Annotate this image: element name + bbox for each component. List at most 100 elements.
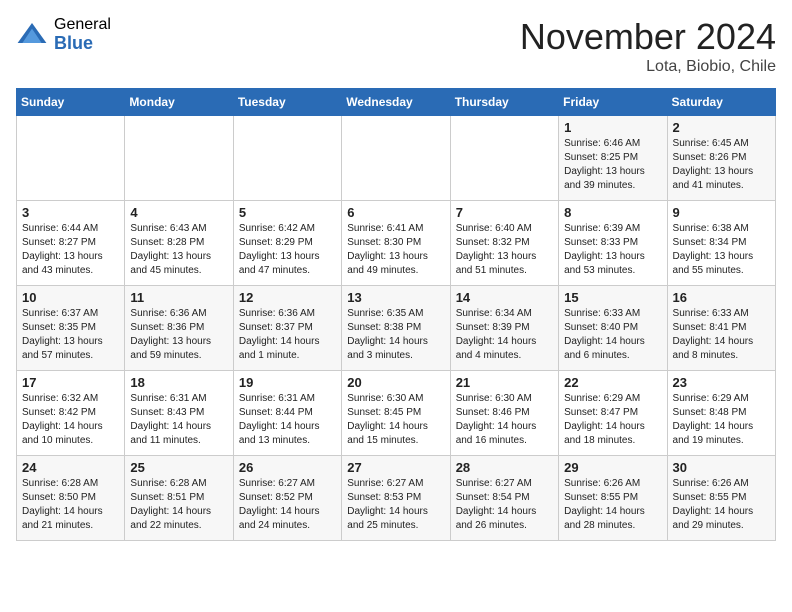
cell-info: Sunrise: 6:27 AM Sunset: 8:52 PM Dayligh… (239, 477, 336, 533)
cell-info: Sunrise: 6:36 AM Sunset: 8:37 PM Dayligh… (239, 307, 336, 363)
logo-general: General (54, 16, 111, 34)
calendar-body: 1 Sunrise: 6:46 AM Sunset: 8:25 PM Daylig… (17, 116, 776, 541)
day-number: 30 (673, 460, 770, 475)
cell-info: Sunrise: 6:46 AM Sunset: 8:25 PM Dayligh… (564, 137, 661, 193)
cell-info: Sunrise: 6:39 AM Sunset: 8:33 PM Dayligh… (564, 222, 661, 278)
month-title: November 2024 (520, 16, 776, 58)
day-number: 9 (673, 205, 770, 220)
cell-info: Sunrise: 6:42 AM Sunset: 8:29 PM Dayligh… (239, 222, 336, 278)
calendar-table: Sunday Monday Tuesday Wednesday Thursday… (16, 88, 776, 541)
header-monday: Monday (125, 89, 233, 116)
cell-info: Sunrise: 6:34 AM Sunset: 8:39 PM Dayligh… (456, 307, 553, 363)
day-number: 27 (347, 460, 444, 475)
cell-info: Sunrise: 6:26 AM Sunset: 8:55 PM Dayligh… (673, 477, 770, 533)
weekday-row: Sunday Monday Tuesday Wednesday Thursday… (17, 89, 776, 116)
calendar-week-5: 24 Sunrise: 6:28 AM Sunset: 8:50 PM Dayli… (17, 456, 776, 541)
calendar-cell: 20 Sunrise: 6:30 AM Sunset: 8:45 PM Dayli… (342, 371, 450, 456)
calendar-cell: 28Sunrise: 6:27 AM Sunset: 8:54 PM Dayli… (450, 456, 558, 541)
title-block: November 2024 Lota, Biobio, Chile (520, 16, 776, 76)
day-number: 10 (22, 290, 119, 305)
calendar-cell: 27 Sunrise: 6:27 AM Sunset: 8:53 PM Dayli… (342, 456, 450, 541)
cell-info: Sunrise: 6:33 AM Sunset: 8:41 PM Dayligh… (673, 307, 770, 363)
calendar-cell: 8 Sunrise: 6:39 AM Sunset: 8:33 PM Daylig… (559, 201, 667, 286)
header-friday: Friday (559, 89, 667, 116)
calendar-cell: 21 Sunrise: 6:30 AM Sunset: 8:46 PM Dayli… (450, 371, 558, 456)
calendar-cell: 19 Sunrise: 6:31 AM Sunset: 8:44 PM Dayli… (233, 371, 341, 456)
cell-info: Sunrise: 6:36 AM Sunset: 8:36 PM Dayligh… (130, 307, 227, 363)
calendar-cell: 24 Sunrise: 6:28 AM Sunset: 8:50 PM Dayli… (17, 456, 125, 541)
calendar-cell: 10 Sunrise: 6:37 AM Sunset: 8:35 PM Dayli… (17, 286, 125, 371)
calendar-cell: 9 Sunrise: 6:38 AM Sunset: 8:34 PM Daylig… (667, 201, 775, 286)
day-number: 29 (564, 460, 661, 475)
calendar-cell: 12 Sunrise: 6:36 AM Sunset: 8:37 PM Dayli… (233, 286, 341, 371)
cell-info: Sunrise: 6:38 AM Sunset: 8:34 PM Dayligh… (673, 222, 770, 278)
calendar-cell (450, 116, 558, 201)
calendar-cell: 29 Sunrise: 6:26 AM Sunset: 8:55 PM Dayli… (559, 456, 667, 541)
calendar-cell: 4 Sunrise: 6:43 AM Sunset: 8:28 PM Daylig… (125, 201, 233, 286)
calendar-cell (17, 116, 125, 201)
day-number: 15 (564, 290, 661, 305)
calendar-cell (233, 116, 341, 201)
cell-info: Sunrise: 6:28 AM Sunset: 8:50 PM Dayligh… (22, 477, 119, 533)
calendar-cell: 3 Sunrise: 6:44 AM Sunset: 8:27 PM Daylig… (17, 201, 125, 286)
calendar-header: Sunday Monday Tuesday Wednesday Thursday… (17, 89, 776, 116)
day-number: 5 (239, 205, 336, 220)
day-number: 8 (564, 205, 661, 220)
calendar-cell: 23Sunrise: 6:29 AM Sunset: 8:48 PM Dayli… (667, 371, 775, 456)
day-number: 19 (239, 375, 336, 390)
day-number: 17 (22, 375, 119, 390)
cell-info: Sunrise: 6:31 AM Sunset: 8:43 PM Dayligh… (130, 392, 227, 448)
day-number: 6 (347, 205, 444, 220)
calendar-cell: 13 Sunrise: 6:35 AM Sunset: 8:38 PM Dayli… (342, 286, 450, 371)
calendar-cell: 16 Sunrise: 6:33 AM Sunset: 8:41 PM Dayli… (667, 286, 775, 371)
day-number: 24 (22, 460, 119, 475)
day-number: 20 (347, 375, 444, 390)
cell-info: Sunrise: 6:43 AM Sunset: 8:28 PM Dayligh… (130, 222, 227, 278)
cell-info: Sunrise: 6:27 AM Sunset: 8:53 PM Dayligh… (347, 477, 444, 533)
logo: General Blue (16, 16, 111, 53)
day-number: 25 (130, 460, 227, 475)
page-header: General Blue November 2024 Lota, Biobio,… (16, 16, 776, 76)
header-thursday: Thursday (450, 89, 558, 116)
logo-text: General Blue (54, 16, 111, 53)
calendar-cell (342, 116, 450, 201)
calendar-cell (125, 116, 233, 201)
day-number: 1 (564, 120, 661, 135)
day-number: 16 (673, 290, 770, 305)
cell-info: Sunrise: 6:44 AM Sunset: 8:27 PM Dayligh… (22, 222, 119, 278)
cell-info: Sunrise: 6:30 AM Sunset: 8:45 PM Dayligh… (347, 392, 444, 448)
cell-info: Sunrise: 6:32 AM Sunset: 8:42 PM Dayligh… (22, 392, 119, 448)
cell-info: Sunrise: 6:26 AM Sunset: 8:55 PM Dayligh… (564, 477, 661, 533)
day-number: 12 (239, 290, 336, 305)
calendar-cell: 11Sunrise: 6:36 AM Sunset: 8:36 PM Dayli… (125, 286, 233, 371)
header-wednesday: Wednesday (342, 89, 450, 116)
cell-info: Sunrise: 6:37 AM Sunset: 8:35 PM Dayligh… (22, 307, 119, 363)
cell-info: Sunrise: 6:40 AM Sunset: 8:32 PM Dayligh… (456, 222, 553, 278)
day-number: 7 (456, 205, 553, 220)
header-sunday: Sunday (17, 89, 125, 116)
cell-info: Sunrise: 6:29 AM Sunset: 8:47 PM Dayligh… (564, 392, 661, 448)
header-tuesday: Tuesday (233, 89, 341, 116)
calendar-cell: 22 Sunrise: 6:29 AM Sunset: 8:47 PM Dayli… (559, 371, 667, 456)
day-number: 28 (456, 460, 553, 475)
cell-info: Sunrise: 6:41 AM Sunset: 8:30 PM Dayligh… (347, 222, 444, 278)
day-number: 23 (673, 375, 770, 390)
header-saturday: Saturday (667, 89, 775, 116)
calendar-cell: 15Sunrise: 6:33 AM Sunset: 8:40 PM Dayli… (559, 286, 667, 371)
day-number: 3 (22, 205, 119, 220)
cell-info: Sunrise: 6:30 AM Sunset: 8:46 PM Dayligh… (456, 392, 553, 448)
cell-info: Sunrise: 6:35 AM Sunset: 8:38 PM Dayligh… (347, 307, 444, 363)
cell-info: Sunrise: 6:31 AM Sunset: 8:44 PM Dayligh… (239, 392, 336, 448)
calendar-cell: 26Sunrise: 6:27 AM Sunset: 8:52 PM Dayli… (233, 456, 341, 541)
logo-icon (16, 19, 48, 51)
calendar-cell: 14 Sunrise: 6:34 AM Sunset: 8:39 PM Dayli… (450, 286, 558, 371)
location: Lota, Biobio, Chile (520, 58, 776, 76)
day-number: 21 (456, 375, 553, 390)
day-number: 22 (564, 375, 661, 390)
cell-info: Sunrise: 6:45 AM Sunset: 8:26 PM Dayligh… (673, 137, 770, 193)
calendar-cell: 17 Sunrise: 6:32 AM Sunset: 8:42 PM Dayli… (17, 371, 125, 456)
calendar-cell: 30 Sunrise: 6:26 AM Sunset: 8:55 PM Dayli… (667, 456, 775, 541)
day-number: 13 (347, 290, 444, 305)
day-number: 4 (130, 205, 227, 220)
day-number: 14 (456, 290, 553, 305)
